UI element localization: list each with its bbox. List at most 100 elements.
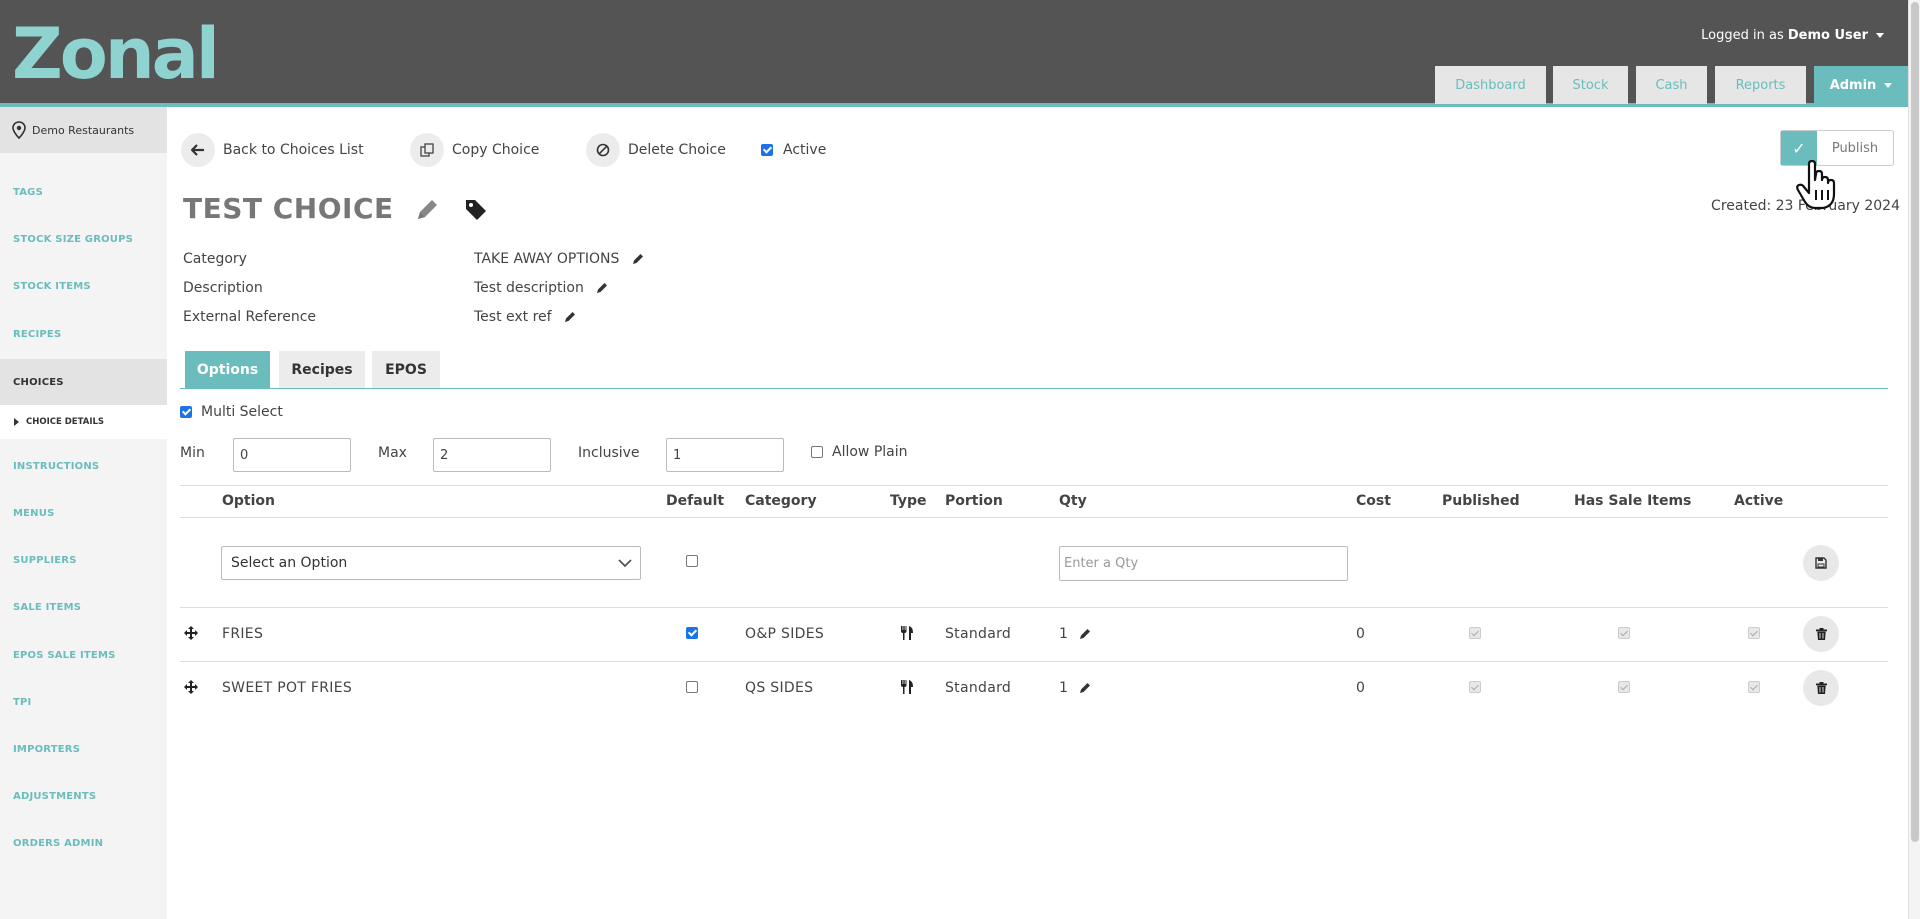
save-option-button[interactable] (1803, 545, 1839, 581)
multi-select-checkbox[interactable] (180, 406, 192, 418)
new-default-checkbox[interactable] (686, 555, 698, 567)
sidebar-item-suppliers[interactable]: SUPPLIERS (0, 537, 167, 583)
category-value[interactable]: TAKE AWAY OPTIONS (474, 251, 644, 267)
pencil-icon[interactable] (1079, 682, 1091, 694)
row2-default-checkbox[interactable] (686, 681, 698, 693)
nav-admin[interactable]: Admin (1814, 66, 1908, 104)
delete-choice-button[interactable]: Delete Choice (586, 132, 726, 168)
col-portion: Portion (945, 493, 1003, 509)
max-input[interactable]: 2 (433, 438, 551, 472)
logged-in-prefix: Logged in as (1701, 28, 1784, 43)
external-reference-value-text: Test ext ref (474, 309, 552, 325)
row1-active-checkbox (1748, 627, 1760, 639)
active-checkbox[interactable] (761, 144, 773, 156)
active-toggle[interactable]: Active (761, 132, 826, 168)
row2-published-checkbox (1469, 681, 1481, 693)
active-label: Active (783, 142, 827, 158)
row2-qty-value: 1 (1059, 680, 1069, 696)
allow-plain-label: Allow Plain (832, 444, 908, 460)
logged-in-menu[interactable]: Logged in as Demo User (1701, 28, 1884, 43)
ban-icon (586, 133, 620, 167)
col-category: Category (745, 493, 817, 509)
pencil-icon[interactable] (632, 253, 644, 265)
nav-stock[interactable]: Stock (1553, 66, 1628, 104)
trash-icon (1815, 682, 1827, 694)
row1-has-sale-items-checkbox (1618, 627, 1630, 639)
tag-icon[interactable] (464, 198, 488, 222)
sidebar-item-sale-items[interactable]: SALE ITEMS (0, 584, 167, 630)
row1-qty[interactable]: 1 (1059, 626, 1091, 642)
sidebar-subitem-label: CHOICE DETAILS (26, 417, 105, 427)
row1-portion: Standard (945, 626, 1012, 642)
col-default: Default (666, 493, 725, 509)
row2-portion: Standard (945, 680, 1012, 696)
drag-handle-icon[interactable] (184, 626, 198, 640)
row1-default-checkbox[interactable] (686, 627, 698, 639)
row1-qty-value: 1 (1059, 626, 1069, 642)
sidebar-item-tpi[interactable]: TPI (0, 679, 167, 725)
nav-cash[interactable]: Cash (1636, 66, 1707, 104)
pencil-icon[interactable] (564, 311, 576, 323)
sidebar-item-choices[interactable]: CHOICES (0, 359, 167, 405)
min-input[interactable]: 0 (233, 438, 351, 472)
tab-epos[interactable]: EPOS (372, 351, 440, 388)
multi-select-label: Multi Select (201, 404, 283, 420)
sidebar-item-stock-size-groups[interactable]: STOCK SIZE GROUPS (0, 216, 167, 262)
sidebar-item-menus[interactable]: MENUS (0, 490, 167, 536)
pencil-icon[interactable] (414, 197, 440, 223)
copy-choice-button[interactable]: Copy Choice (410, 132, 539, 168)
external-reference-value[interactable]: Test ext ref (474, 309, 576, 325)
save-icon (1815, 557, 1827, 569)
row2-cost: 0 (1356, 680, 1366, 696)
multi-select-toggle[interactable]: Multi Select (180, 404, 283, 420)
col-option: Option (222, 493, 275, 509)
tab-recipes[interactable]: Recipes (279, 351, 365, 388)
sidebar-item-recipes[interactable]: RECIPES (0, 311, 167, 357)
min-label: Min (180, 445, 205, 461)
sidebar-item-epos-sale-items[interactable]: EPOS SALE ITEMS (0, 632, 167, 678)
allow-plain-checkbox[interactable] (811, 446, 823, 458)
svg-text:Zonal: Zonal (12, 18, 217, 84)
row2-qty[interactable]: 1 (1059, 680, 1091, 696)
row2-delete-button[interactable] (1803, 670, 1839, 706)
tab-options[interactable]: Options (185, 351, 270, 388)
row1-delete-button[interactable] (1803, 616, 1839, 652)
qty-input[interactable]: Enter a Qty (1059, 546, 1348, 581)
row-border (180, 607, 1888, 608)
food-icon (901, 680, 913, 694)
row2-has-sale-items-checkbox (1618, 681, 1630, 693)
row1-option: FRIES (222, 626, 264, 642)
col-has-sale-items: Has Sale Items (1574, 493, 1692, 509)
allow-plain-toggle[interactable]: Allow Plain (811, 444, 908, 460)
site-selector[interactable]: Demo Restaurants (0, 107, 167, 153)
option-select[interactable]: Select an Option (221, 546, 641, 580)
back-to-choices-button[interactable]: Back to Choices List (181, 132, 364, 168)
zonal-logo[interactable]: Zonal (12, 18, 218, 84)
pencil-icon[interactable] (1079, 628, 1091, 640)
sidebar-item-orders-admin[interactable]: ORDERS ADMIN (0, 820, 167, 866)
description-value[interactable]: Test description (474, 280, 608, 296)
sidebar-item-stock-items[interactable]: STOCK ITEMS (0, 263, 167, 309)
category-label: Category (183, 251, 247, 267)
page-scrollbar[interactable] (1908, 0, 1920, 919)
site-name: Demo Restaurants (32, 123, 135, 137)
drag-handle-icon[interactable] (184, 680, 198, 694)
sidebar-subitem-choice-details[interactable]: CHOICE DETAILS (0, 405, 167, 439)
nav-dashboard[interactable]: Dashboard (1435, 66, 1546, 104)
page-title: TEST CHOICE (183, 192, 488, 225)
table-header-border (180, 517, 1888, 518)
col-active: Active (1734, 493, 1784, 509)
hand-cursor-icon (1796, 160, 1836, 210)
category-value-text: TAKE AWAY OPTIONS (474, 251, 620, 267)
scrollbar-thumb[interactable] (1911, 2, 1919, 842)
inclusive-input[interactable]: 1 (666, 438, 784, 472)
option-select-placeholder: Select an Option (231, 555, 348, 571)
caret-right-icon (14, 418, 19, 426)
sidebar-item-instructions[interactable]: INSTRUCTIONS (0, 443, 167, 489)
sidebar-item-adjustments[interactable]: ADJUSTMENTS (0, 773, 167, 819)
copy-label: Copy Choice (452, 142, 540, 158)
nav-reports[interactable]: Reports (1715, 66, 1806, 104)
sidebar-item-tags[interactable]: TAGS (0, 169, 167, 215)
pencil-icon[interactable] (596, 282, 608, 294)
sidebar-item-importers[interactable]: IMPORTERS (0, 726, 167, 772)
